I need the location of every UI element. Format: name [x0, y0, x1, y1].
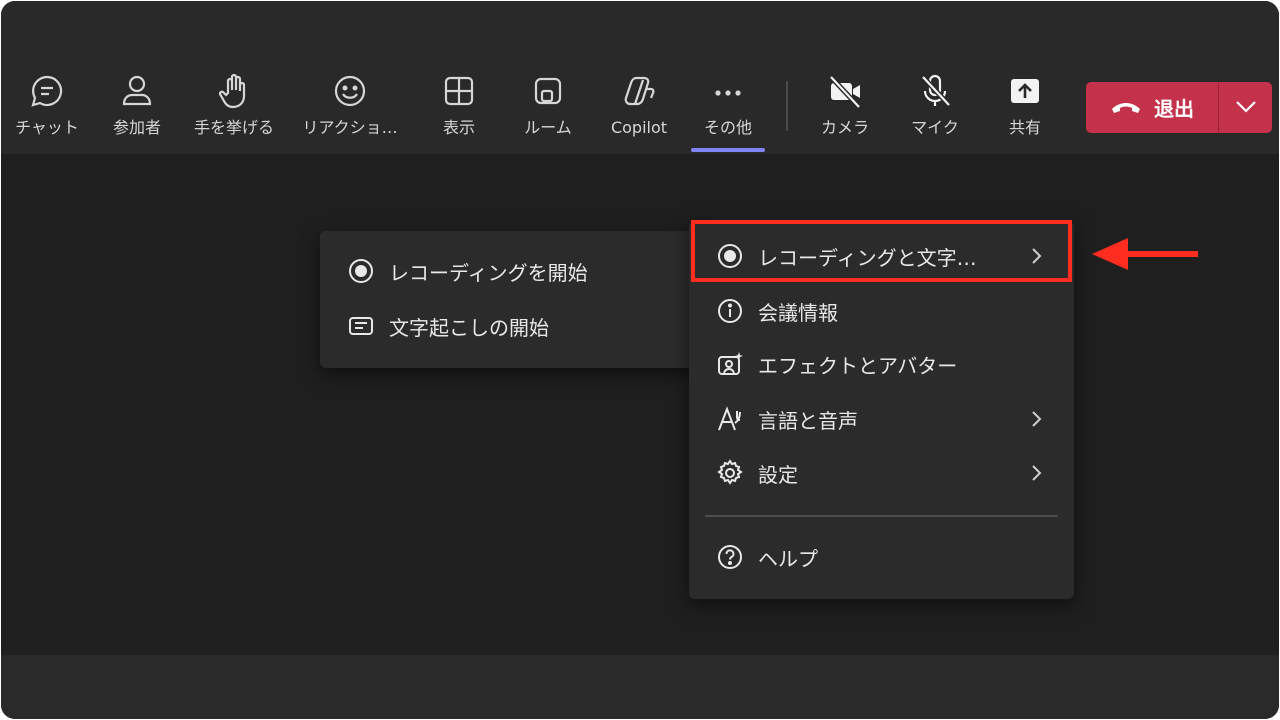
help-icon [716, 543, 744, 571]
menu-item-language-label: 言語と音声 [758, 408, 858, 433]
more-label: その他 [703, 118, 752, 137]
camera-off-icon [825, 71, 865, 113]
camera-label: カメラ [820, 118, 869, 137]
people-icon [117, 71, 157, 113]
rooms-icon [528, 71, 568, 113]
mic-label: マイク [911, 118, 959, 137]
language-icon [716, 405, 744, 433]
menu-item-help-label: ヘルプ [758, 546, 818, 571]
chat-icon [27, 71, 67, 113]
more-icon [708, 71, 748, 113]
gear-icon [716, 459, 744, 487]
copilot-icon [619, 71, 659, 113]
transcript-icon [347, 312, 375, 340]
raise-hand-icon [214, 71, 254, 113]
start-transcription-label: 文字起こしの開始 [389, 315, 549, 340]
more-button[interactable]: その他 [693, 71, 763, 151]
copilot-button[interactable]: Copilot [601, 71, 677, 151]
toolbar-divider [786, 81, 788, 131]
rooms-label: ルーム [524, 118, 572, 137]
active-tab-indicator [691, 148, 765, 152]
record-icon [347, 257, 375, 285]
info-icon [716, 297, 744, 325]
view-grid-icon [439, 71, 479, 113]
effects-icon [716, 350, 744, 378]
chevron-right-icon [1032, 465, 1042, 481]
camera-button[interactable]: カメラ [813, 71, 877, 151]
rooms-button[interactable]: ルーム [513, 71, 583, 151]
raise-hand-button[interactable]: 手を挙げる [187, 71, 281, 151]
smiley-icon [330, 71, 370, 113]
leave-options-button[interactable] [1219, 82, 1272, 133]
leave-button-group: 退出 [1086, 82, 1272, 133]
share-label: 共有 [1008, 118, 1041, 137]
annotation-arrow-icon [1092, 238, 1198, 270]
chevron-right-icon [1032, 411, 1042, 427]
reactions-button[interactable]: リアクショ… [293, 71, 407, 151]
menu-item-meeting-info[interactable]: 会議情報 [689, 285, 1074, 337]
share-button[interactable]: 共有 [993, 71, 1057, 151]
view-button[interactable]: 表示 [429, 71, 489, 151]
view-label: 表示 [442, 118, 475, 137]
menu-item-settings-label: 設定 [758, 462, 798, 487]
menu-item-effects[interactable]: エフェクトとアバター [689, 338, 1074, 390]
recording-submenu: レコーディングを開始 文字起こしの開始 [320, 231, 706, 368]
reactions-label: リアクショ… [302, 118, 398, 137]
hang-up-icon [1110, 96, 1142, 120]
menu-item-settings[interactable]: 設定 [689, 447, 1074, 499]
annotation-highlight-box [691, 220, 1072, 282]
start-recording-item[interactable]: レコーディングを開始 [320, 245, 706, 297]
raise-hand-label: 手を挙げる [193, 118, 274, 137]
chevron-down-icon [1235, 98, 1257, 117]
chat-button[interactable]: チャット [9, 71, 85, 151]
start-transcription-item[interactable]: 文字起こしの開始 [320, 300, 706, 352]
leave-label: 退出 [1154, 97, 1194, 121]
menu-item-meeting-info-label: 会議情報 [758, 300, 838, 325]
start-recording-label: レコーディングを開始 [389, 260, 588, 285]
leave-button[interactable]: 退出 [1086, 82, 1218, 133]
menu-item-language[interactable]: 言語と音声 [689, 393, 1074, 445]
copilot-label: Copilot [610, 118, 668, 137]
meeting-toolbar: チャット 参加者 手を挙げる リアクショ… 表示 ルーム Copilot その他… [1, 1, 1279, 154]
bottom-bar [1, 655, 1279, 719]
participants-button[interactable]: 参加者 [99, 71, 175, 151]
share-icon [1005, 71, 1045, 113]
participants-label: 参加者 [112, 118, 161, 137]
chat-label: チャット [15, 118, 79, 137]
menu-divider [705, 515, 1058, 517]
menu-item-help[interactable]: ヘルプ [689, 531, 1074, 583]
mic-button[interactable]: マイク [903, 71, 967, 151]
menu-item-effects-label: エフェクトとアバター [758, 353, 958, 378]
mic-off-icon [915, 71, 955, 113]
